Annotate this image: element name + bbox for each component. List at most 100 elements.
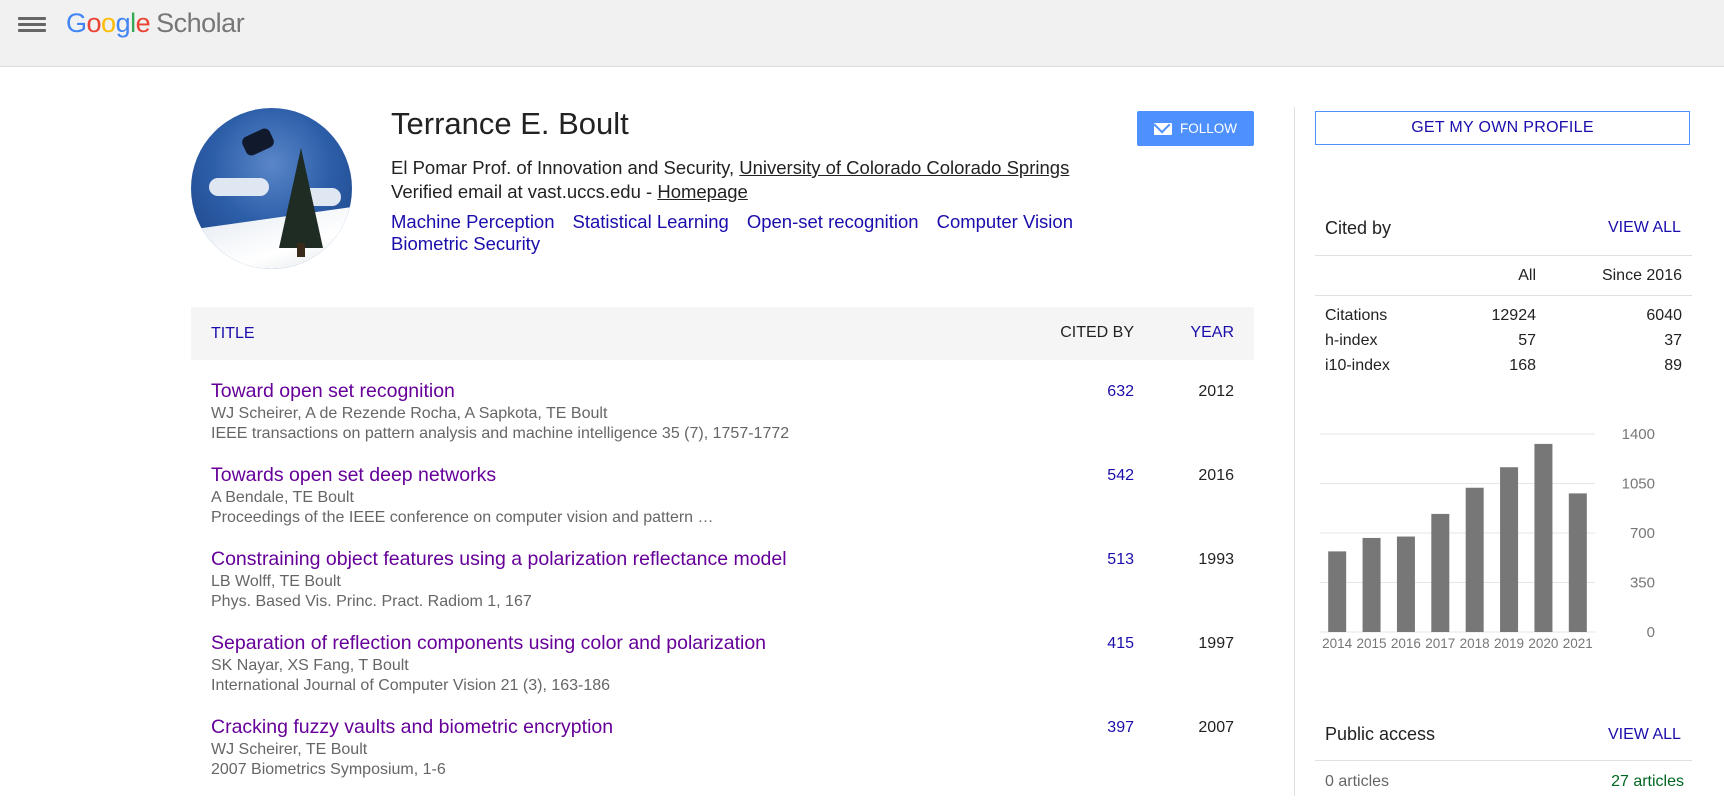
x-tick-label: 2015 <box>1357 636 1387 651</box>
profile-affiliation: El Pomar Prof. of Innovation and Securit… <box>391 157 1069 179</box>
stats-since: 6040 <box>1646 307 1682 324</box>
y-tick-label: 700 <box>1630 525 1655 542</box>
col-since-header: Since 2016 <box>1601 267 1682 284</box>
public-access-view-all-link[interactable]: VIEW ALL <box>1608 726 1681 744</box>
article-authors: WJ Scheirer, TE Boult <box>211 741 368 758</box>
google-scholar-logo[interactable]: Google Scholar <box>66 8 245 39</box>
cited-by-count-link[interactable]: 513 <box>1107 551 1134 569</box>
article-venue: Phys. Based Vis. Princ. Pract. Radiom 1,… <box>211 593 532 610</box>
interest-link[interactable]: Machine Perception <box>391 211 555 233</box>
cited-by-count-link[interactable]: 542 <box>1107 467 1134 485</box>
divider <box>1315 760 1692 761</box>
table-row: Constraining object features using a pol… <box>191 548 1254 632</box>
photo-tree <box>279 148 323 248</box>
interest-link[interactable]: Computer Vision <box>937 211 1073 233</box>
cited-by-title: Cited by <box>1325 218 1392 238</box>
x-tick-label: 2019 <box>1494 636 1524 651</box>
photo-snowboarder <box>240 126 276 158</box>
stats-all: 168 <box>1509 357 1536 374</box>
article-venue: International Journal of Computer Vision… <box>211 677 611 694</box>
homepage-link[interactable]: Homepage <box>657 181 748 202</box>
x-tick-label: 2020 <box>1528 636 1558 651</box>
article-title-link[interactable]: Towards open set deep networks <box>211 464 496 487</box>
affiliation-text: El Pomar Prof. of Innovation and Securit… <box>391 157 740 178</box>
table-row: Towards open set deep networks A Bendale… <box>191 464 1254 548</box>
photo-snow <box>191 205 352 269</box>
bar[interactable] <box>1396 536 1415 632</box>
divider <box>1315 255 1692 256</box>
article-authors: SK Nayar, XS Fang, T Boult <box>211 657 409 674</box>
article-title-link[interactable]: Cracking fuzzy vaults and biometric encr… <box>211 716 613 739</box>
cited-by-count-link[interactable]: 397 <box>1107 719 1134 737</box>
public-access-available: 27 articles <box>1611 773 1684 790</box>
y-tick-label: 1050 <box>1622 476 1655 493</box>
research-interests: Machine Perception Statistical Learning Op… <box>391 211 1111 255</box>
article-title-link[interactable]: Separation of reflection components usin… <box>211 632 766 655</box>
bar[interactable] <box>1534 443 1553 632</box>
article-authors: WJ Scheirer, A de Rezende Rocha, A Sapko… <box>211 405 608 422</box>
interest-link[interactable]: Statistical Learning <box>573 211 729 233</box>
stats-all: 57 <box>1518 332 1536 349</box>
interest-link[interactable]: Open-set recognition <box>747 211 919 233</box>
get-my-own-profile-button[interactable]: GET MY OWN PROFILE <box>1315 111 1690 145</box>
stats-row: h-index 57 37 <box>1325 332 1682 357</box>
cited-by-count-link[interactable]: 415 <box>1107 635 1134 653</box>
table-row: Cracking fuzzy vaults and biometric encr… <box>191 716 1254 800</box>
follow-button[interactable]: FOLLOW <box>1137 111 1254 146</box>
public-access-title: Public access <box>1325 724 1436 744</box>
article-year: 2016 <box>1198 467 1234 484</box>
article-year: 1997 <box>1198 635 1234 652</box>
table-row: Toward open set recognition WJ Scheirer,… <box>191 380 1254 464</box>
photo-cloud <box>209 178 269 196</box>
cited-by-count-link[interactable]: 632 <box>1107 383 1134 401</box>
stats-label: h-index <box>1325 332 1378 349</box>
logo-letter: o <box>86 8 102 38</box>
article-venue: 2007 Biometrics Symposium, 1-6 <box>211 761 446 778</box>
logo-letter: g <box>115 8 131 38</box>
logo-letter: G <box>66 8 87 38</box>
y-tick-label: 1400 <box>1622 426 1655 443</box>
stats-label: Citations <box>1325 307 1388 324</box>
bar[interactable] <box>1362 537 1381 632</box>
bar[interactable] <box>1431 513 1450 632</box>
cited-by-view-all-link[interactable]: VIEW ALL <box>1608 219 1681 237</box>
follow-label: FOLLOW <box>1179 121 1237 136</box>
profile-name: Terrance E. Boult <box>391 106 629 141</box>
articles-list: Toward open set recognition WJ Scheirer,… <box>191 380 1254 800</box>
x-tick-label: 2017 <box>1425 636 1455 651</box>
article-title-link[interactable]: Constraining object features using a pol… <box>211 548 787 571</box>
profile-photo <box>191 108 352 269</box>
menu-icon[interactable] <box>18 14 46 36</box>
stats-row: i10-index 168 89 <box>1325 357 1682 382</box>
logo-letter: e <box>135 8 151 38</box>
stats-label: i10-index <box>1325 357 1390 374</box>
y-tick-label: 0 <box>1647 624 1655 641</box>
stats-all: 12924 <box>1491 307 1537 324</box>
article-venue: Proceedings of the IEEE conference on co… <box>211 509 714 526</box>
table-row: Separation of reflection components usin… <box>191 632 1254 716</box>
y-tick-label: 350 <box>1630 575 1655 592</box>
articles-table-header: TITLE CITED BY YEAR <box>191 307 1254 360</box>
article-authors: A Bendale, TE Boult <box>211 489 354 506</box>
article-year: 2012 <box>1198 383 1234 400</box>
stats-row: Citations 12924 6040 <box>1325 307 1682 332</box>
photo-tree-trunk <box>297 243 305 257</box>
bar[interactable] <box>1568 493 1587 632</box>
interest-link[interactable]: Biometric Security <box>391 233 540 255</box>
bar[interactable] <box>1328 551 1347 632</box>
col-all-header: All <box>1518 267 1536 284</box>
stats-header-row: All Since 2016 <box>1325 258 1682 295</box>
bar[interactable] <box>1465 487 1484 632</box>
chart-svg: 0 350 700 1050 1400 2014 2015 2016 2017 2018 2019 2… <box>1320 426 1655 651</box>
article-title-link[interactable]: Toward open set recognition <box>211 380 455 403</box>
article-venue: IEEE transactions on pattern analysis an… <box>211 425 790 442</box>
verified-text: Verified email at vast.uccs.edu - <box>391 181 658 202</box>
x-tick-label: 2014 <box>1322 636 1353 651</box>
x-tick-label: 2021 <box>1563 636 1593 651</box>
x-tick-label: 2016 <box>1391 636 1421 651</box>
sort-by-year[interactable]: YEAR <box>1190 324 1234 342</box>
affiliation-link[interactable]: University of Colorado Colorado Springs <box>739 157 1069 178</box>
sort-by-title[interactable]: TITLE <box>211 325 255 343</box>
logo-suffix: Scholar <box>156 8 245 38</box>
bar[interactable] <box>1500 467 1519 632</box>
